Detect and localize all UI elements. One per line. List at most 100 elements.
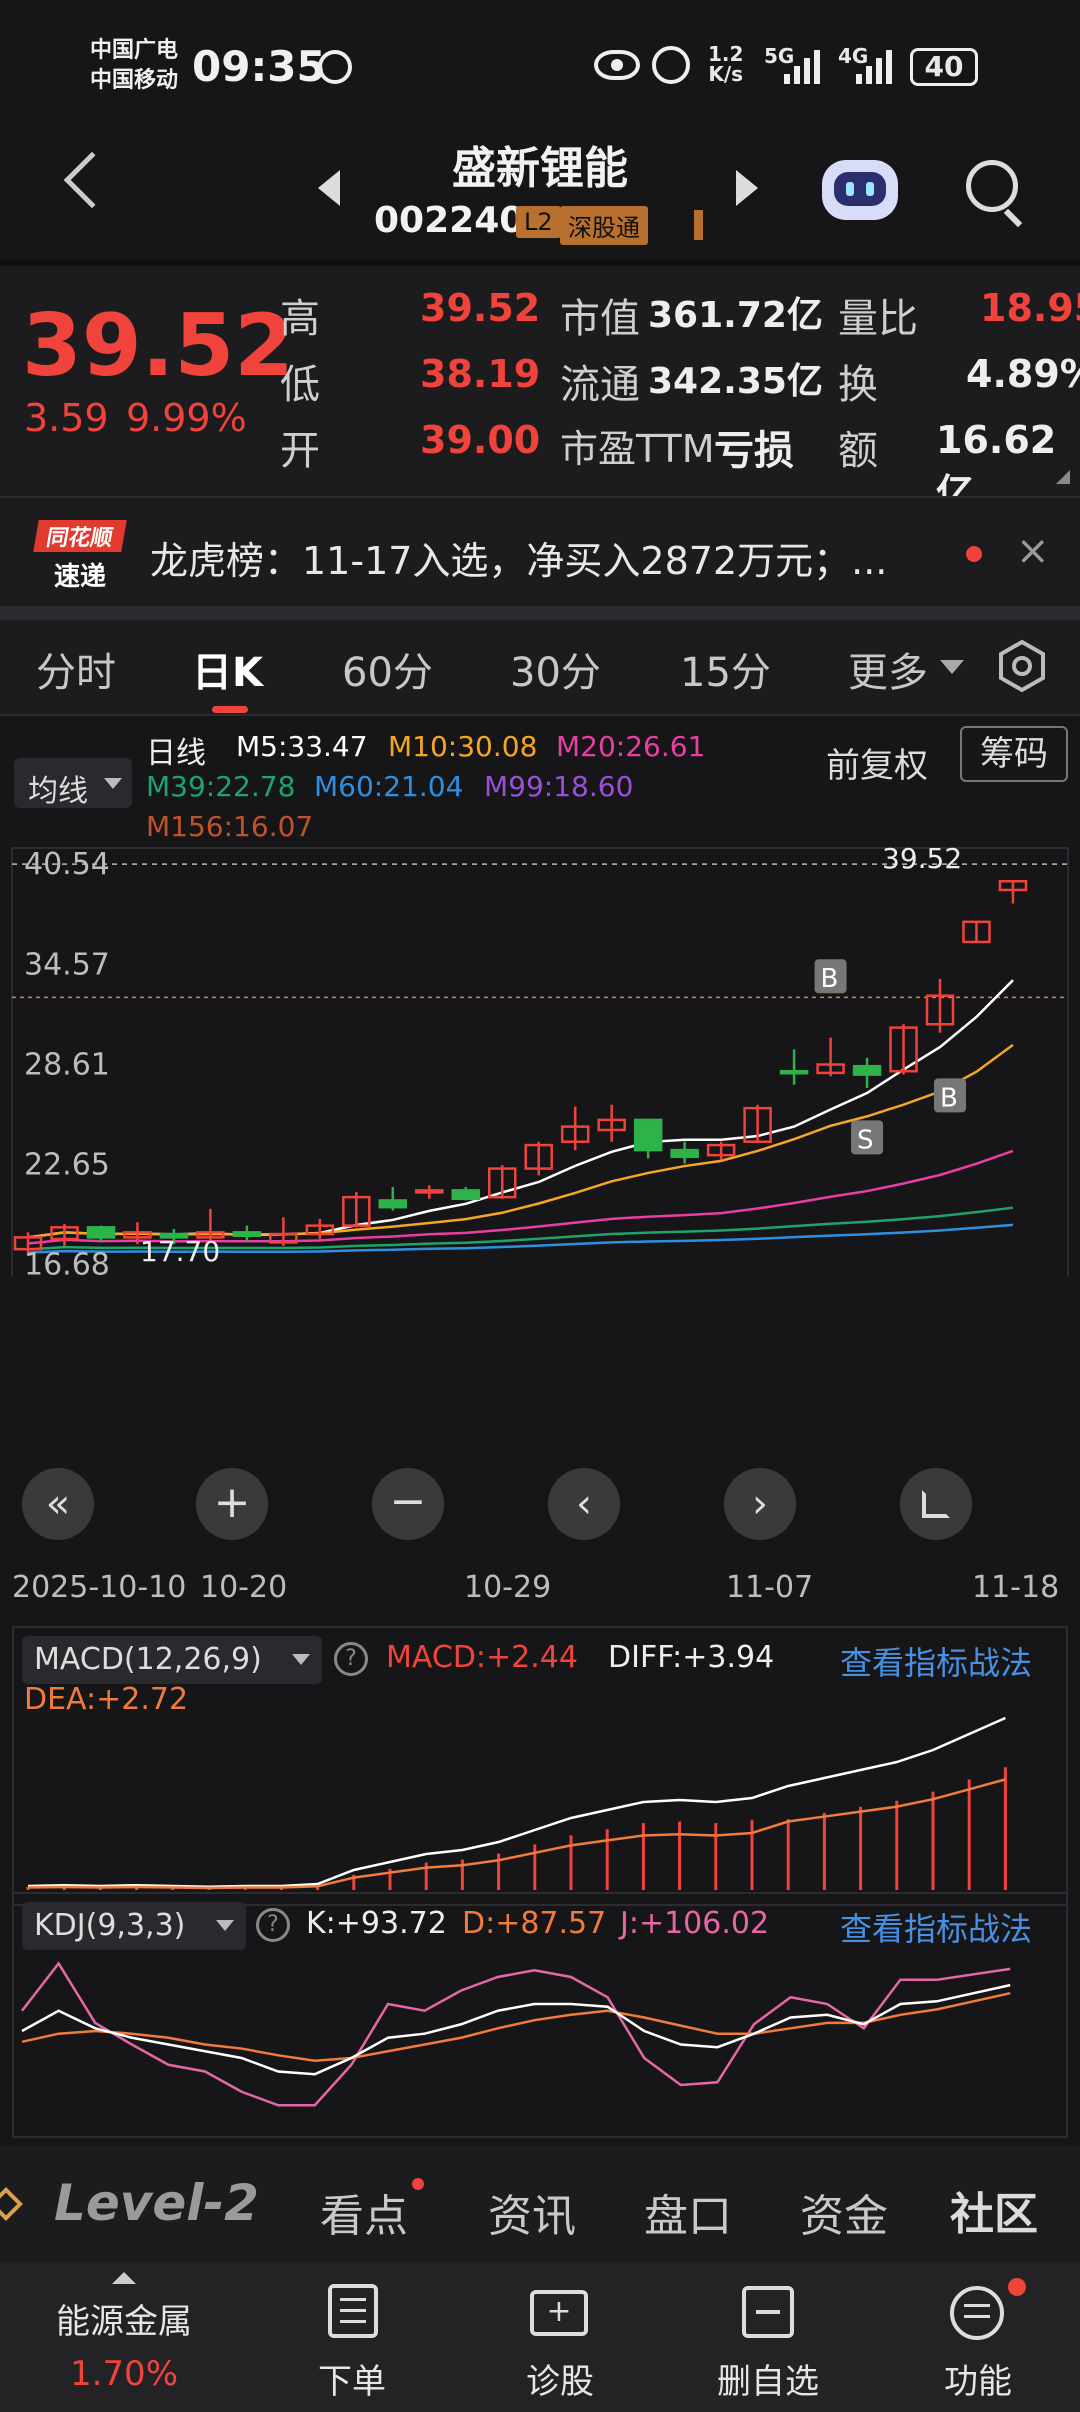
tab-level2[interactable]: Level-2: [54, 2174, 259, 2232]
candle-body: [852, 1064, 882, 1076]
pe-value: 亏损: [714, 428, 794, 474]
ma-selector[interactable]: 均线: [14, 758, 132, 809]
scroll-left-fast-icon[interactable]: «: [22, 1468, 94, 1540]
zoom-out-icon[interactable]: −: [372, 1468, 444, 1540]
macd-chart: [26, 1716, 1007, 1890]
section-divider: [0, 606, 1080, 620]
zoom-in-icon[interactable]: +: [196, 1468, 268, 1540]
low-value: 38.19: [420, 352, 541, 396]
stock-header: 盛新锂能 002240 L2 深股通: [0, 130, 1080, 260]
turnover-label: 换: [838, 362, 878, 408]
period-tabs: 分时 日K 60分 30分 15分 更多: [0, 620, 1080, 716]
kdj-strategy-link[interactable]: 查看指标战法: [840, 1904, 1032, 1950]
candle-body: [378, 1199, 408, 1209]
low-price-label: 17.70: [140, 1235, 220, 1268]
menu-icon: [950, 2286, 1004, 2340]
tab-30min[interactable]: 30分: [510, 640, 601, 698]
tab-orderbook[interactable]: 盘口: [644, 2180, 732, 2244]
line-type: 日线: [146, 736, 206, 771]
tag-icon: [0, 2187, 23, 2221]
y-tick-label: 34.57: [24, 947, 110, 982]
date-tick-5: 11-18: [972, 1570, 1060, 1605]
tag-bar: [694, 210, 703, 240]
search-icon-handle: [1003, 208, 1023, 228]
trade-marker-label: B: [821, 964, 839, 994]
mcap-label: 市值: [560, 296, 640, 342]
connect-tag: 深股通: [560, 206, 648, 245]
nav-order[interactable]: 下单: [282, 2354, 422, 2403]
chevron-down-icon: [940, 660, 964, 674]
highlights-dot: [412, 2178, 424, 2190]
sector-change: 1.70%: [69, 2354, 178, 2394]
tab-15min[interactable]: 15分: [680, 640, 771, 698]
j-line: [21, 1961, 1011, 2107]
nav-remove-watchlist[interactable]: 删自选: [698, 2354, 838, 2403]
candle-body: [86, 1226, 116, 1239]
trade-marker-label: S: [857, 1125, 874, 1155]
candle-body: [451, 1189, 481, 1201]
macd-strategy-link[interactable]: 查看指标战法: [840, 1638, 1032, 1684]
chevron-up-icon[interactable]: [112, 2272, 136, 2284]
search-icon[interactable]: [966, 160, 1018, 212]
vol-ratio-label: 量比: [838, 296, 918, 342]
kdj-help-icon[interactable]: ?: [256, 1908, 290, 1942]
candlestick-chart[interactable]: 40.54 34.57 28.61 22.65 16.68 39.52 17.70 B B S: [0, 846, 1080, 1276]
tab-funds[interactable]: 资金: [800, 2180, 888, 2244]
news-text: 龙虎榜：11-17入选，净买入2872万元；...: [150, 539, 888, 583]
sector-name[interactable]: 能源金属: [24, 2294, 224, 2343]
remove-watchlist-icon: [742, 2286, 794, 2338]
y-tick-label: 22.65: [24, 1147, 110, 1182]
macd-value: MACD:+2.44: [386, 1640, 578, 1675]
date-tick-2: 10-20: [200, 1570, 288, 1605]
d-value: D:+87.57: [462, 1906, 607, 1941]
chips-button[interactable]: 筹码: [960, 726, 1068, 782]
eye-icon: [594, 50, 640, 80]
level-tag: L2: [516, 206, 561, 238]
dea-line: [27, 1778, 1006, 1890]
kdj-selector[interactable]: KDJ(9,3,3): [22, 1902, 246, 1950]
last-price-label: 39.52: [882, 846, 962, 875]
adjust-mode[interactable]: 前复权: [826, 738, 928, 787]
robot-assistant-icon[interactable]: [822, 160, 898, 220]
scroll-right-icon[interactable]: ›: [724, 1468, 796, 1540]
ma5-line: [27, 979, 1014, 1239]
tab-daily-k[interactable]: 日K: [192, 640, 263, 698]
tab-intraday[interactable]: 分时: [36, 640, 116, 698]
low-label: 低: [280, 362, 320, 408]
float-value: 342.35亿: [648, 361, 823, 402]
tab-news[interactable]: 资讯: [488, 2180, 576, 2244]
alarm-icon: [652, 46, 690, 84]
nav-functions[interactable]: 功能: [908, 2354, 1048, 2403]
date-tick-1: 2025-10-10: [12, 1570, 187, 1605]
trade-marker-label: B: [940, 1083, 958, 1113]
function-dot: [1008, 2278, 1026, 2296]
candle-body: [670, 1148, 699, 1159]
order-icon: [328, 2284, 378, 2338]
help-icon[interactable]: ?: [334, 1642, 368, 1676]
float-label: 流通: [560, 362, 640, 408]
ma5-value: M5:33.47: [236, 730, 368, 763]
kline-area: 均线 日线 M5:33.47 M10:30.08 M20:26.61 M39:2…: [0, 716, 1080, 2146]
sync-icon: [318, 50, 352, 84]
nav-diagnose[interactable]: 诊股: [490, 2354, 630, 2403]
close-icon[interactable]: ×: [1016, 528, 1050, 574]
date-tick-3: 10-29: [464, 1570, 552, 1605]
ma156-value: M156:16.07: [146, 810, 314, 843]
back-icon[interactable]: [63, 151, 121, 209]
expand-corner-icon[interactable]: [1056, 470, 1070, 484]
tab-highlights[interactable]: 看点: [320, 2180, 408, 2244]
bottom-nav: 能源金属 1.70% 下单 + 诊股 删自选 功能: [0, 2262, 1080, 2412]
news-bar[interactable]: 同花顺 速递 龙虎榜：11-17入选，净买入2872万元；... ×: [0, 496, 1080, 606]
scroll-left-icon[interactable]: ‹: [548, 1468, 620, 1540]
tab-community[interactable]: 社区: [950, 2178, 1038, 2242]
fullscreen-icon[interactable]: [900, 1468, 972, 1540]
macd-selector[interactable]: MACD(12,26,9): [22, 1636, 322, 1684]
tab-more[interactable]: 更多: [848, 640, 928, 698]
next-stock-icon[interactable]: [736, 170, 758, 206]
quote-panel: 39.52 3.59 9.99% 高 39.52 低 38.19 开 39.00…: [0, 266, 1080, 515]
stock-code: 002240: [374, 200, 525, 241]
tab-60min[interactable]: 60分: [342, 640, 433, 698]
ma39-value: M39:22.78: [146, 770, 296, 803]
prev-stock-icon[interactable]: [318, 170, 340, 206]
settings-icon[interactable]: [994, 638, 1050, 694]
